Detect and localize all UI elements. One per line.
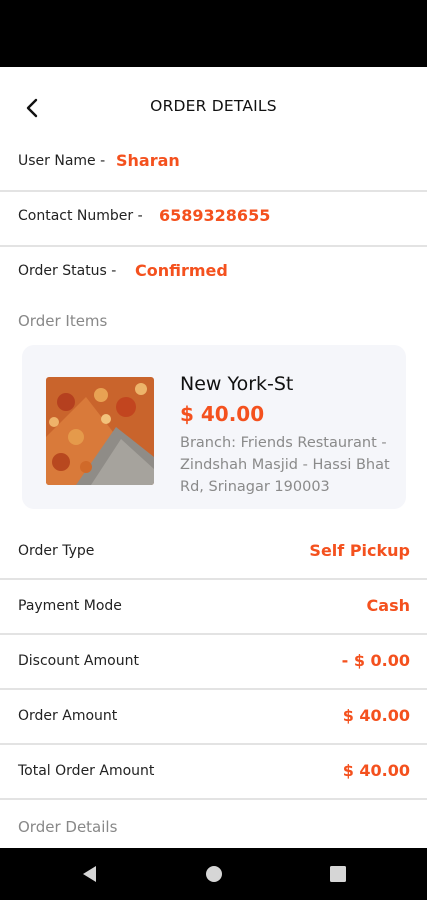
item-image <box>46 377 154 485</box>
total-order-amount-value: $ 40.00 <box>342 761 410 780</box>
total-order-amount-label: Total Order Amount <box>18 763 155 779</box>
order-details-screen: ORDER DETAILS User Name - Sharan Contact… <box>0 67 427 848</box>
user-name-label: User Name - <box>18 153 106 169</box>
square-icon <box>330 866 346 882</box>
nav-home-button[interactable] <box>204 864 224 884</box>
summary-row-payment-mode: Payment Mode Cash <box>0 580 427 635</box>
divider <box>0 798 427 800</box>
order-status-label: Order Status - <box>18 263 117 279</box>
pizza-image <box>46 377 154 485</box>
nav-back-button[interactable] <box>80 864 100 884</box>
item-price: $ 40.00 <box>180 402 265 426</box>
status-bar <box>0 0 427 67</box>
triangle-left-icon <box>83 866 96 882</box>
order-amount-label: Order Amount <box>18 708 118 724</box>
system-nav-bar <box>0 848 427 900</box>
payment-mode-label: Payment Mode <box>18 598 122 614</box>
contact-number-value: 6589328655 <box>159 206 271 225</box>
order-amount-value: $ 40.00 <box>342 706 410 725</box>
user-name-row: User Name - Sharan <box>0 137 427 192</box>
order-status-value: Confirmed <box>135 261 228 280</box>
order-details-heading: Order Details <box>18 818 118 836</box>
order-type-value: Self Pickup <box>309 541 410 560</box>
item-name: New York-St <box>180 373 294 395</box>
summary-row-order-amount: Order Amount $ 40.00 <box>0 690 427 745</box>
payment-mode-value: Cash <box>366 596 410 615</box>
page-title: ORDER DETAILS <box>150 97 277 115</box>
order-item-card[interactable]: New York-St $ 40.00 Branch: Friends Rest… <box>22 345 406 509</box>
user-name-value: Sharan <box>116 151 180 170</box>
nav-recents-button[interactable] <box>328 864 348 884</box>
summary-row-order-type: Order Type Self Pickup <box>0 525 427 580</box>
contact-number-row: Contact Number - 6589328655 <box>0 192 427 247</box>
discount-amount-value: - $ 0.00 <box>341 651 410 670</box>
circle-icon <box>206 866 222 882</box>
order-status-row: Order Status - Confirmed <box>0 247 427 302</box>
summary-row-discount: Discount Amount - $ 0.00 <box>0 635 427 690</box>
contact-number-label: Contact Number - <box>18 208 143 224</box>
item-branch: Branch: Friends Restaurant - Zindshah Ma… <box>180 435 390 495</box>
summary-row-total: Total Order Amount $ 40.00 <box>0 745 427 800</box>
order-type-label: Order Type <box>18 543 95 559</box>
order-items-heading: Order Items <box>18 312 108 330</box>
discount-amount-label: Discount Amount <box>18 653 139 669</box>
